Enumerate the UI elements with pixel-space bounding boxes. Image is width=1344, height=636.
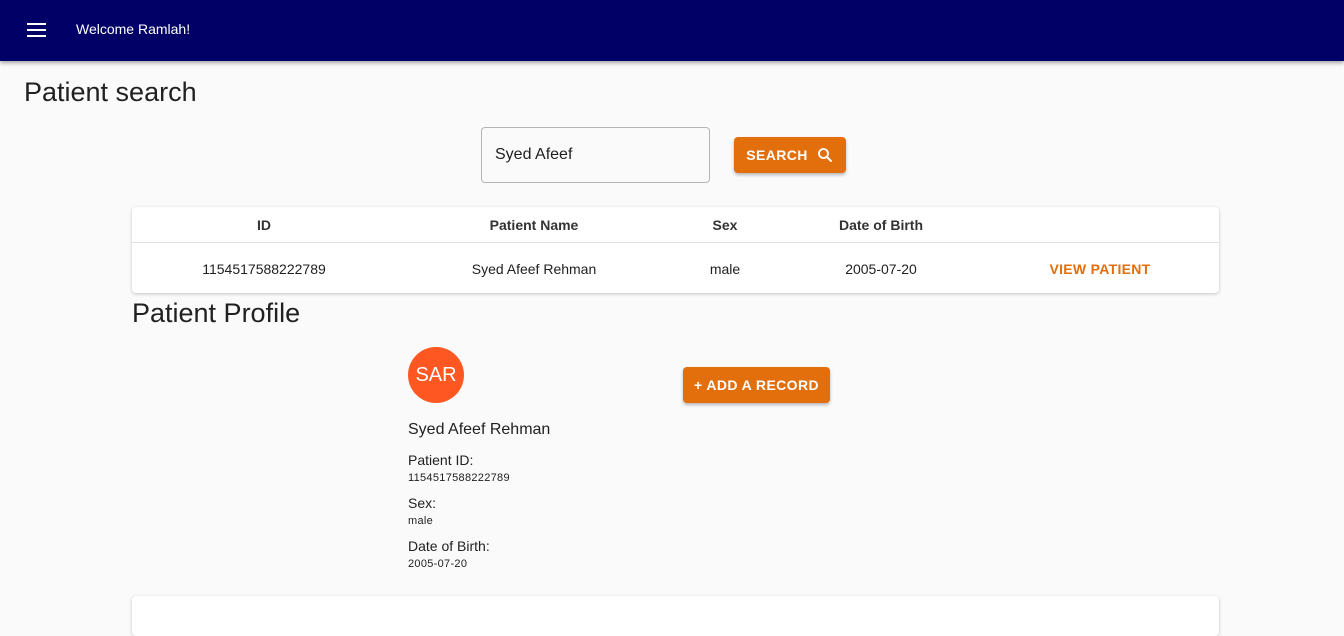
cell-date-of-birth: 2005-07-20 [845,260,917,277]
welcome-text: Welcome Ramlah! [76,21,191,37]
table-row: 1154517588222789 Syed Afeef Rehman male … [132,244,1219,293]
sex-value: male [408,515,434,527]
sex-label: Sex: [408,495,437,511]
results-table: ID Patient Name Sex Date of Birth 115451… [132,207,1219,293]
menu-icon-bar [26,29,46,31]
menu-icon[interactable] [22,18,50,42]
cell-patient-name: Syed Afeef Rehman [471,260,597,277]
patient-id-label: Patient ID: [408,452,474,468]
column-header-id: ID [257,216,271,233]
menu-icon-bar [26,23,46,25]
column-header-sex: Sex [712,216,738,233]
search-icon [817,148,832,162]
date-of-birth-value: 2005-07-20 [408,558,468,570]
page-title: Patient search [24,77,197,107]
column-header-patient-name: Patient Name [489,216,579,233]
cell-sex: male [709,260,741,277]
avatar: SAR [408,347,464,403]
app-bar: Welcome Ramlah! [0,0,1344,61]
menu-icon-bar [26,35,46,37]
profile-title: Patient Profile [132,298,301,328]
add-record-button[interactable]: + ADD A RECORD [683,367,830,403]
records-card [132,596,1219,636]
view-patient-button[interactable]: VIEW PATIENT [1049,261,1150,277]
date-of-birth-label: Date of Birth: [408,538,490,554]
view-patient-cell: VIEW PATIENT [1037,244,1163,293]
patient-id-value: 1154517588222789 [408,472,510,484]
search-button[interactable]: SEARCH [734,137,846,173]
cell-id: 1154517588222789 [202,260,326,277]
column-header-date-of-birth: Date of Birth [839,216,923,233]
search-input[interactable] [481,127,710,183]
table-header: ID Patient Name Sex Date of Birth [132,207,1219,243]
patient-name: Syed Afeef Rehman [408,421,551,438]
search-button-label: SEARCH [746,147,808,163]
